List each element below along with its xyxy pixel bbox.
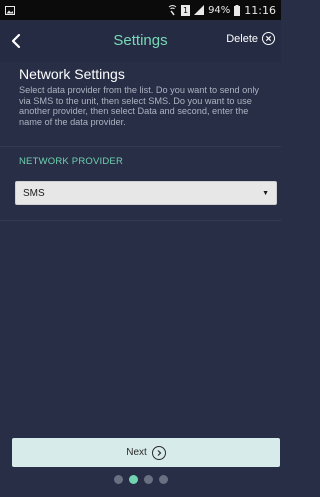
pagination-dot bbox=[158, 475, 168, 484]
next-button[interactable]: Next bbox=[12, 438, 280, 467]
select-value: SMS bbox=[23, 187, 45, 199]
divider bbox=[0, 220, 281, 221]
app-bar: Settings Delete bbox=[0, 20, 281, 62]
chevron-right-circle-icon bbox=[151, 445, 166, 460]
network-provider-label: NETWORK PROVIDER bbox=[19, 156, 124, 167]
battery-icon bbox=[234, 4, 241, 16]
description-text: Select data provider from the list. Do y… bbox=[19, 85, 260, 127]
status-time: 11:16 bbox=[244, 3, 276, 17]
pagination-dot bbox=[113, 475, 123, 484]
status-bar-left bbox=[5, 5, 15, 15]
dropdown-arrow-icon: ▼ bbox=[262, 189, 269, 197]
section-heading: Network Settings bbox=[19, 66, 125, 82]
pagination-dot bbox=[143, 475, 153, 484]
status-bar-right: 1 94% 11:16 bbox=[168, 4, 276, 17]
delete-button[interactable]: Delete bbox=[226, 32, 275, 45]
delete-label: Delete bbox=[226, 32, 258, 45]
status-bar: 1 94% 11:16 bbox=[0, 0, 281, 20]
sim-icon: 1 bbox=[181, 4, 191, 16]
pagination-dot-active bbox=[128, 475, 138, 484]
network-provider-select[interactable]: SMS ▼ bbox=[15, 181, 277, 205]
wifi-call-icon bbox=[168, 5, 177, 16]
close-circle-icon bbox=[262, 32, 275, 45]
signal-icon bbox=[194, 5, 205, 15]
image-icon bbox=[5, 5, 15, 15]
divider bbox=[0, 146, 281, 147]
battery-percent: 94% bbox=[208, 4, 231, 16]
pagination-dots bbox=[0, 475, 281, 484]
next-label: Next bbox=[126, 447, 147, 458]
